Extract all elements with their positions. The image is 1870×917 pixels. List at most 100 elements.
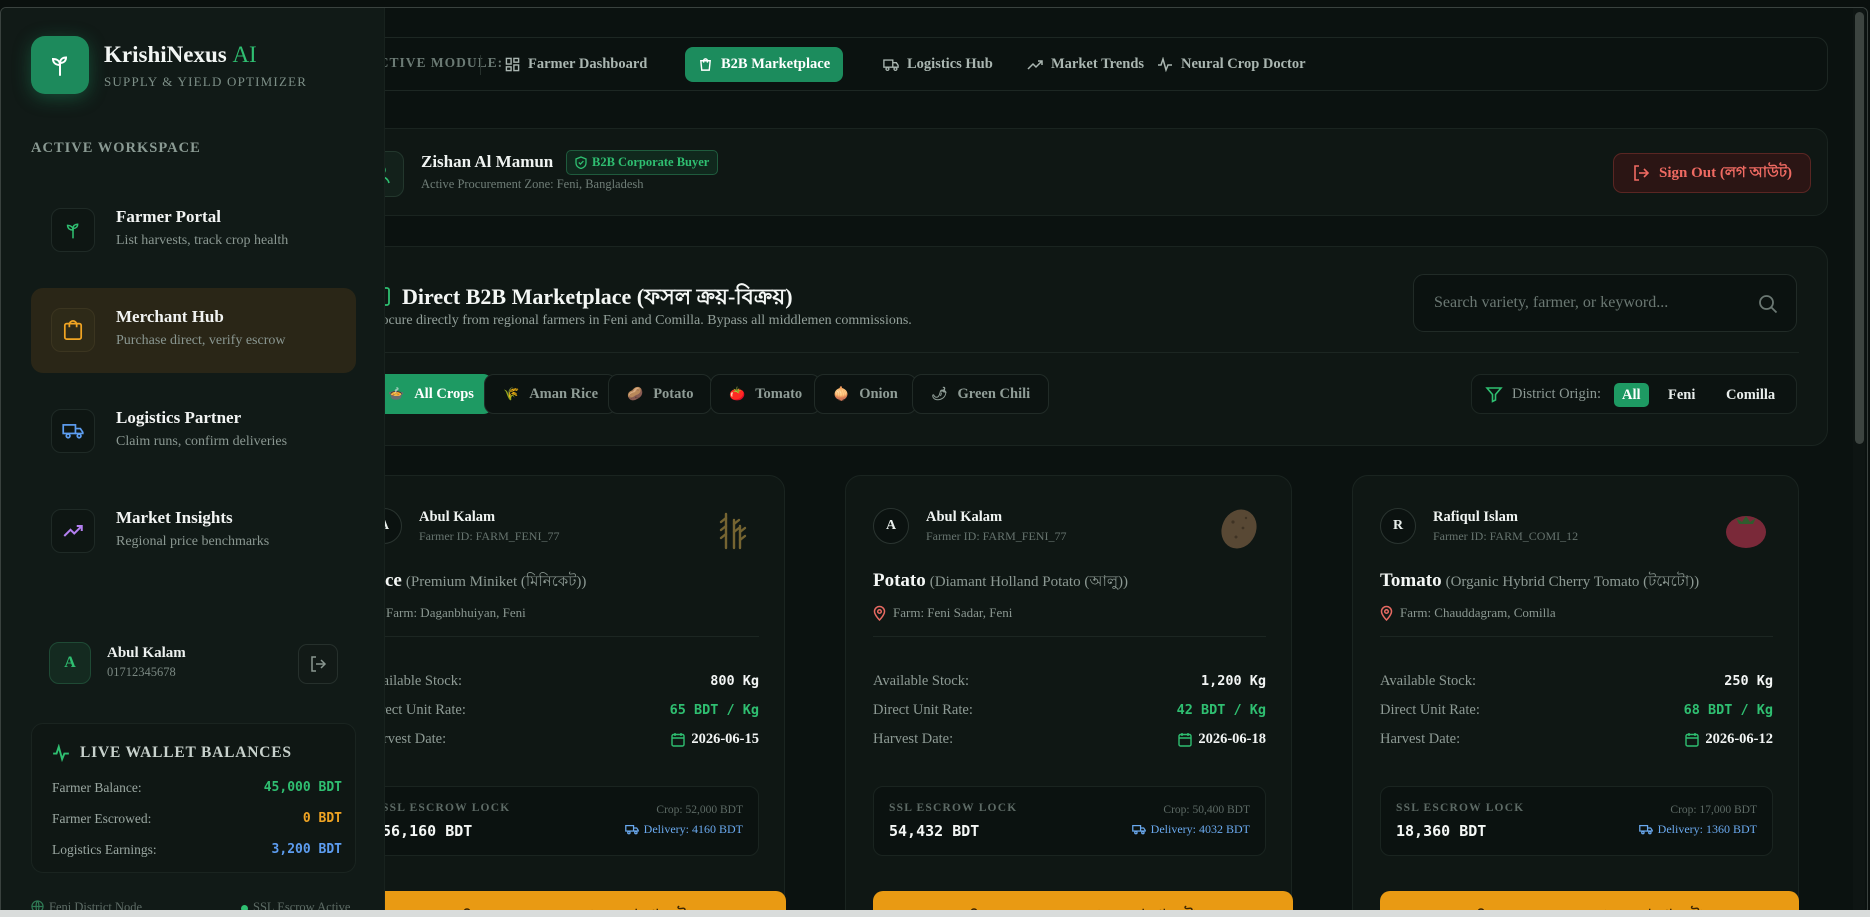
current-user: A Abul Kalam 01712345678 [31,628,356,698]
farmer-id: Farmer ID: FARM_FENI_77 [926,529,1067,543]
sidebar-item-title: Market Insights [116,508,233,527]
chip-label: Tomato [755,385,803,402]
filter-chip-potato[interactable]: 🥔 Potato [608,374,713,414]
filter-icon [1485,387,1503,403]
escrow-label: SSL ESCROW LOCK [889,802,1018,814]
tomato-icon: 🍅 [729,386,746,402]
sign-out-button[interactable]: Sign Out (লগ আউট) [1613,153,1811,193]
sidebar-item-desc: List harvests, track crop health [116,233,289,248]
harvest-date: 2026-06-12 [1705,731,1773,747]
sidebar-item-merchant-hub[interactable]: Merchant Hub Purchase direct, verify esc… [31,288,356,373]
buyer-role-badge: B2B Corporate Buyer [566,150,719,175]
brand-suffix: AI [232,42,257,67]
farm-label: Farm: Chauddagram, Comilla [1400,605,1556,620]
harvest-row: Harvest Date: 2026-06-15 [366,731,759,748]
product-card: R Rafiqul Islam Farmer ID: FARM_COMI_12 … [1352,475,1799,914]
onion-icon: 🧅 [833,386,850,402]
delivery-cost: Delivery: 4160 BDT [624,822,743,837]
pulse-icon [53,744,69,762]
filter-chip-green-chili[interactable]: 🌶 Green Chili [912,374,1050,414]
farmer-name: Abul Kalam [419,509,496,525]
chip-label: Onion [859,385,898,402]
pulse-icon [1158,57,1172,72]
filter-chip-all-crops[interactable]: 🍲 All Crops [369,374,493,414]
module-separator [480,55,481,75]
divider [1380,636,1773,637]
sidebar-item-farmer-portal[interactable]: Farmer Portal List harvests, track crop … [31,188,356,273]
delivery-label: Delivery: 1360 BDT [1657,822,1757,836]
harvest-label: Harvest Date: [873,731,954,747]
marketplace-subtitle: Procure directly from regional farmers i… [369,313,912,328]
scrollbar-thumb[interactable] [1855,12,1864,444]
delivery-label: Delivery: 4160 BDT [643,822,743,836]
stock-value: 250 Kg [1724,673,1773,689]
district-option-comilla[interactable]: Comilla [1718,383,1783,407]
truck-icon [1638,824,1653,835]
farmer-id: Farmer ID: FARM_COMI_12 [1433,529,1579,543]
harvest-date: 2026-06-18 [1198,731,1266,747]
sidebar-item-desc: Purchase direct, verify escrow [116,333,286,348]
escrow-label: SSL ESCROW LOCK [382,802,511,814]
harvest-value: 2026-06-18 [1178,731,1266,748]
calendar-icon [1685,733,1700,747]
rate-row: Direct Unit Rate: 65 BDT / Kg [366,702,759,719]
search-icon[interactable] [1758,294,1778,314]
potato-icon: 🥔 [627,386,644,402]
tab-farmer-dashboard[interactable]: Farmer Dashboard [492,47,660,82]
crop-title: Tomato (Organic Hybrid Cherry Tomato (টমে… [1380,570,1699,595]
wallet-value: 3,200 BDT [271,842,342,857]
search-input[interactable] [1414,275,1796,331]
harvest-value: 2026-06-15 [671,731,759,748]
farmer-avatar: R [1380,508,1416,544]
district-option-all[interactable]: All [1614,383,1649,407]
trend-up-icon [51,509,95,553]
tab-label: Farmer Dashboard [528,56,648,72]
tab-market-trends[interactable]: Market Trends [1014,47,1157,82]
farm-location: Farm: Chauddagram, Comilla [1380,605,1556,621]
tab-label: B2B Marketplace [721,56,831,72]
logout-icon [311,656,327,672]
district-label: District Origin: [1512,386,1602,402]
map-pin-icon [873,605,886,621]
truck-icon [624,824,639,835]
filter-chip-tomato[interactable]: 🍅 Tomato [710,374,822,414]
sidebar-item-desc: Regional price benchmarks [116,534,270,549]
sidebar-item-title: Logistics Partner [116,408,242,427]
tab-logistics-hub[interactable]: Logistics Hub [870,47,1006,82]
wallet-balances: LIVE WALLET BALANCES Farmer Balance: 45,0… [31,723,356,873]
dashboard-icon [505,57,520,72]
escrow-box: SSL ESCROW LOCK 54,432 BDT Crop: 50,400 … [873,786,1266,856]
wallet-value: 0 BDT [302,811,342,826]
escrow-total: 54,432 BDT [889,822,980,840]
district-option-feni[interactable]: Feni [1660,383,1703,407]
search-box [1413,274,1797,332]
tab-b2b-marketplace[interactable]: B2B Marketplace [685,47,844,82]
logout-button[interactable] [298,644,338,684]
sidebar-item-logistics-partner[interactable]: Logistics Partner Claim runs, confirm de… [31,389,356,474]
module-nav: ACTIVE MODULE: Farmer Dashboard B2B Mark… [341,37,1828,91]
rate-row: Direct Unit Rate: 68 BDT / Kg [1380,702,1773,719]
wallet-row: Farmer Escrowed: 0 BDT [52,811,342,827]
trend-up-icon [1027,59,1043,70]
logo [31,36,89,94]
sidebar-item-market-insights[interactable]: Market Insights Regional price benchmark… [31,489,356,574]
rate-label: Direct Unit Rate: [1380,702,1480,718]
escrow-box: SSL ESCROW LOCK 18,360 BDT Crop: 17,000 … [1380,786,1773,856]
filter-chip-onion[interactable]: 🧅 Onion [814,374,917,414]
window-bottom-edge [0,910,1870,917]
chip-label: All Crops [414,385,474,402]
tab-neural-crop-doctor[interactable]: Neural Crop Doctor [1144,47,1319,82]
chip-label: Green Chili [957,385,1031,402]
rate-value: 42 BDT / Kg [1176,702,1266,718]
filter-chip-aman-rice[interactable]: 🌾 Aman Rice [484,374,618,414]
chip-label: Aman Rice [529,385,599,402]
harvest-label: Harvest Date: [1380,731,1461,747]
crop-variety: (Diamant Holland Potato (আলু)) [929,574,1128,590]
buyer-badge-label: B2B Corporate Buyer [592,155,710,169]
product-card: A Abul Kalam Farmer ID: FARM_FENI_77 Pot… [845,475,1293,914]
stock-row: Available Stock: 250 Kg [1380,673,1773,690]
escrow-box: SSL ESCROW LOCK 56,160 BDT Crop: 52,000 … [366,786,759,856]
rice-icon: 🌾 [503,386,520,402]
sidebar-item-desc: Claim runs, confirm deliveries [116,434,288,449]
marketplace-panel: Direct B2B Marketplace (ফসল ক্রয়-বিক্রয… [341,246,1828,446]
